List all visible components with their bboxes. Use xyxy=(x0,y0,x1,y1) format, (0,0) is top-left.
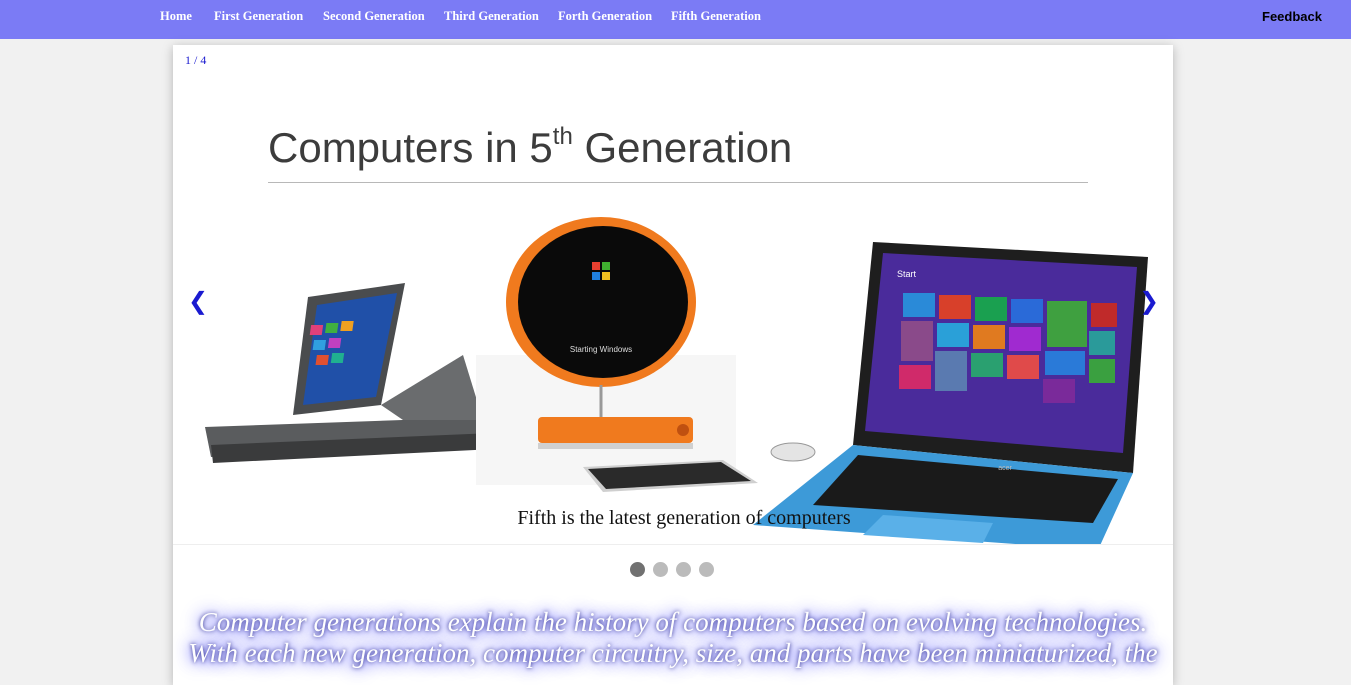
top-navigation: Home First Generation Second Generation … xyxy=(0,0,1351,39)
slide-caption: Fifth is the latest generation of comput… xyxy=(517,507,851,529)
slide-heading-end: Generation xyxy=(572,124,793,171)
slide-heading: Computers in 5th Generation xyxy=(268,123,792,172)
slideshow-card: 1 / 4 Computers in 5th Generation Starti… xyxy=(173,45,1173,685)
retro-computer-image: Starting Windows xyxy=(476,217,816,492)
blue-laptop-image: Start acer xyxy=(753,242,1148,545)
feedback-link[interactable]: Feedback xyxy=(1262,9,1322,24)
slide-divider xyxy=(173,544,1173,545)
slide-dots xyxy=(630,562,714,577)
rugged-laptop-image xyxy=(205,283,495,463)
computers-illustration: Starting Windows Start acer xyxy=(205,217,1148,545)
nav-second-generation[interactable]: Second Generation xyxy=(323,9,425,24)
slide: 1 / 4 Computers in 5th Generation Starti… xyxy=(173,45,1173,545)
nav-fifth-generation[interactable]: Fifth Generation xyxy=(671,9,761,24)
slide-dot-3[interactable] xyxy=(676,562,691,577)
laptop-screen-start: Start xyxy=(897,269,917,279)
slide-heading-sup: th xyxy=(552,123,573,150)
previous-slide-button[interactable]: ❮ xyxy=(188,287,208,315)
slide-dot-2[interactable] xyxy=(653,562,668,577)
heading-rule xyxy=(268,182,1088,183)
slide-dot-1[interactable] xyxy=(630,562,645,577)
slide-dot-4[interactable] xyxy=(699,562,714,577)
intro-paragraph: Computer generations explain the history… xyxy=(188,607,1158,668)
slide-counter: 1 / 4 xyxy=(185,53,207,67)
nav-home[interactable]: Home xyxy=(160,9,192,24)
nav-third-generation[interactable]: Third Generation xyxy=(444,9,539,24)
next-slide-button[interactable]: ❯ xyxy=(1139,287,1159,315)
nav-first-generation[interactable]: First Generation xyxy=(214,9,303,24)
laptop-brand: acer xyxy=(998,465,1012,472)
retro-screen-text: Starting Windows xyxy=(570,345,632,354)
nav-forth-generation[interactable]: Forth Generation xyxy=(558,9,652,24)
slide-heading-main: Computers in 5 xyxy=(268,124,553,171)
